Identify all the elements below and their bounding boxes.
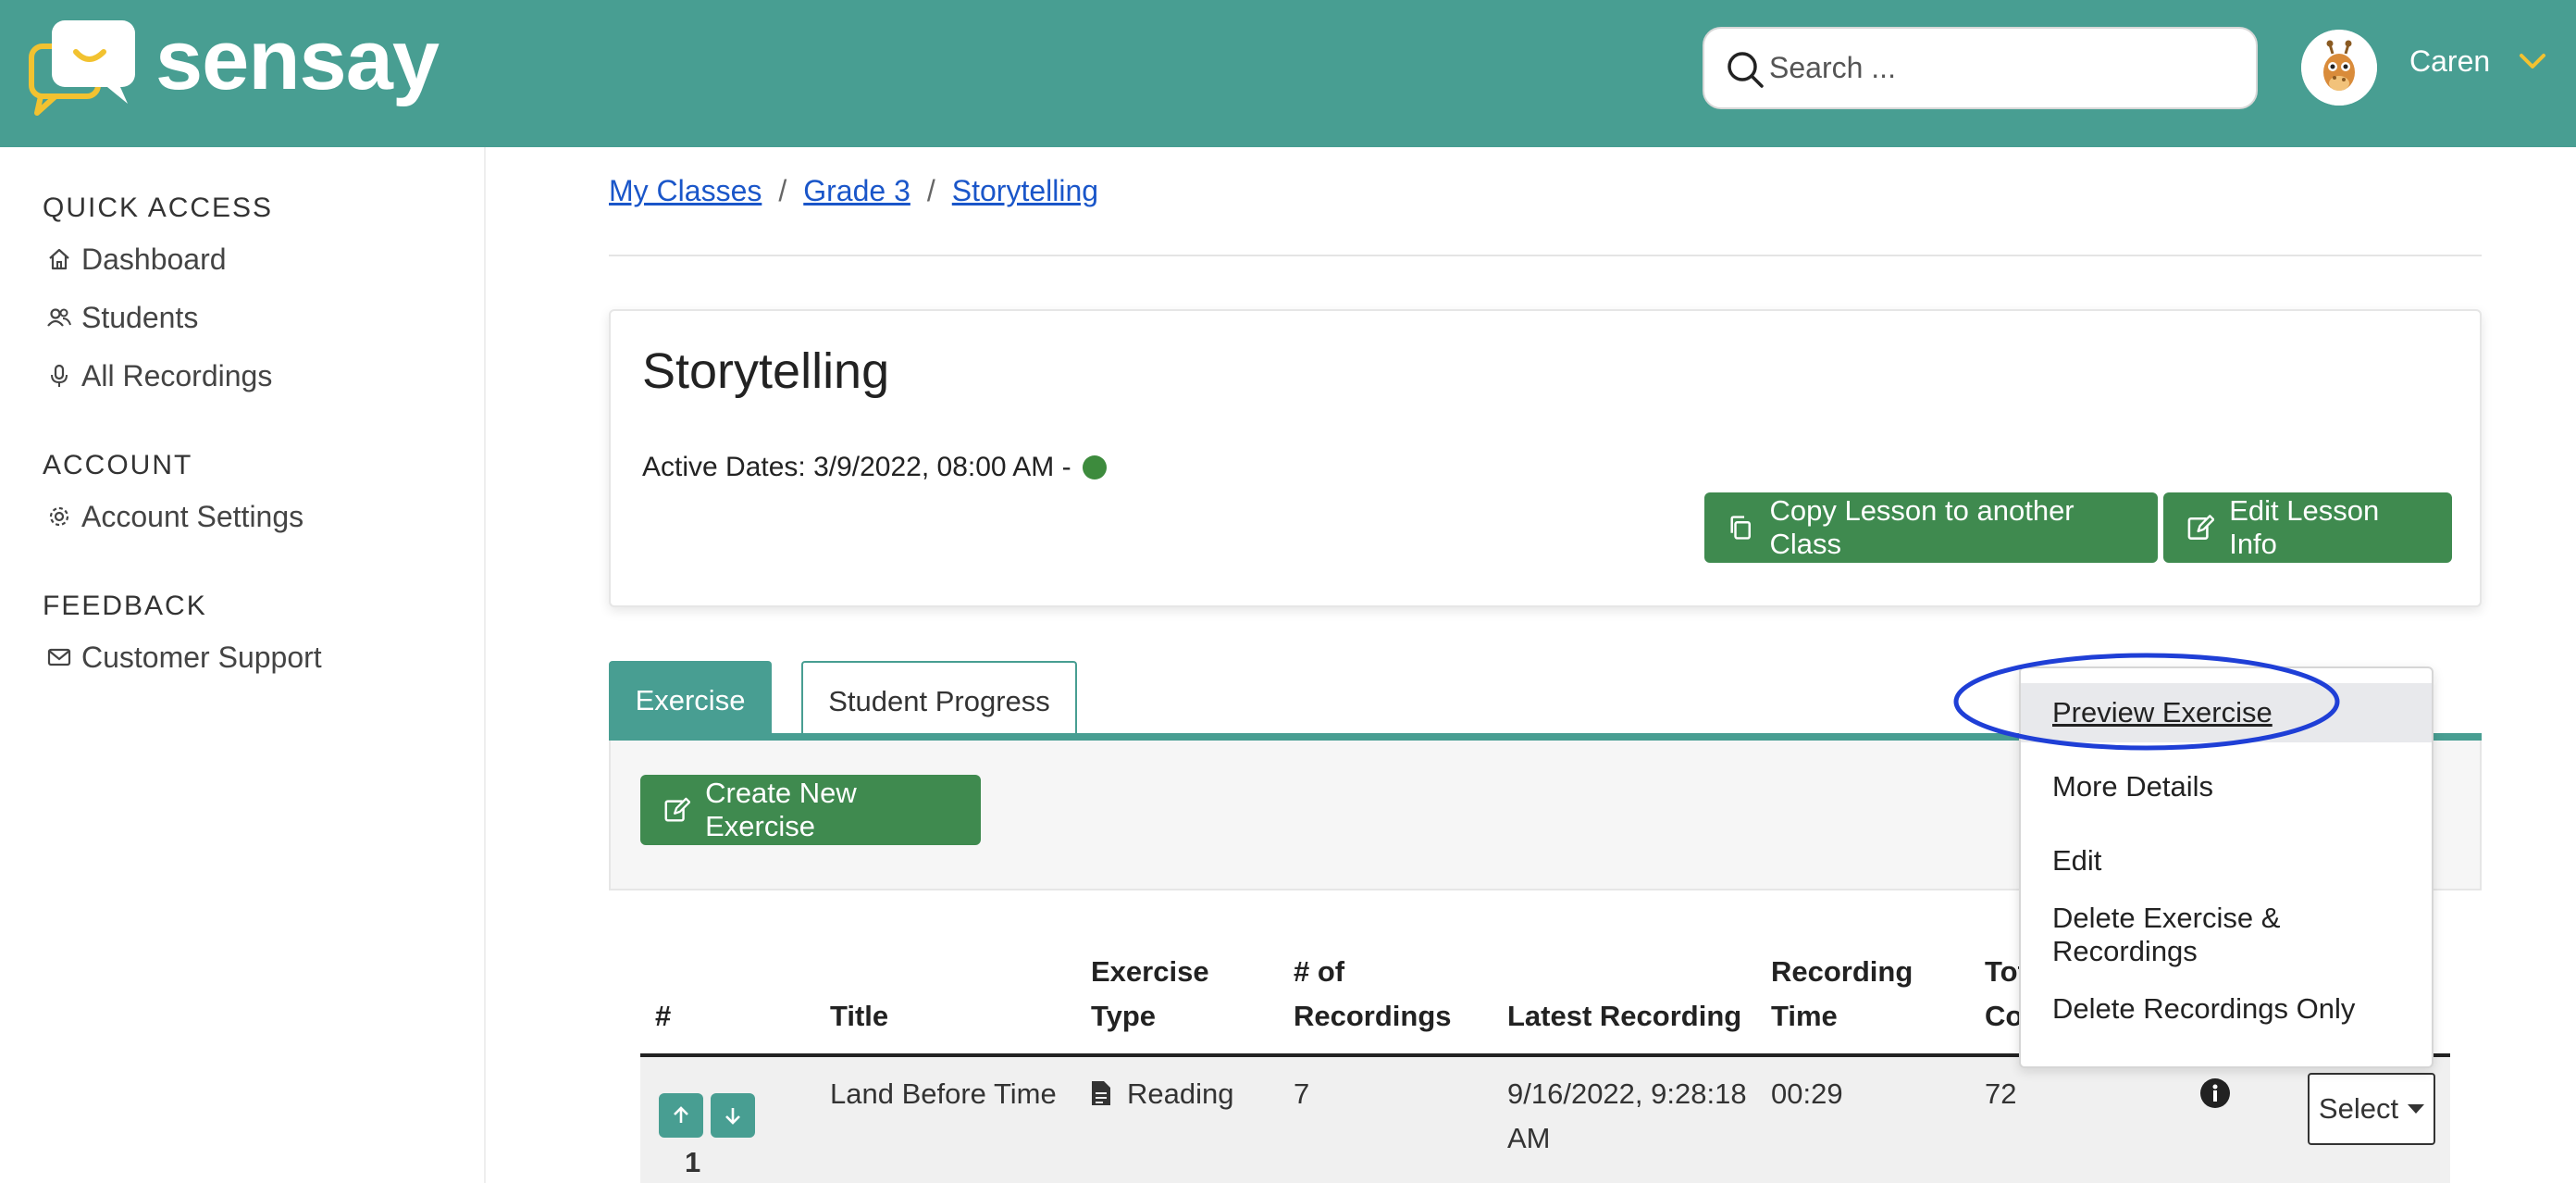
select-label: Select: [2318, 1092, 2399, 1125]
tab-exercise[interactable]: Exercise: [609, 661, 772, 741]
tab-student-progress[interactable]: Student Progress: [801, 661, 1077, 741]
sidebar-item-students[interactable]: Students: [46, 297, 198, 338]
mail-icon: [47, 648, 71, 666]
sidebar-item-dashboard[interactable]: Dashboard: [46, 239, 227, 280]
row-total: 72: [1985, 1077, 2017, 1110]
microphone-icon: [51, 364, 68, 387]
sidebar-item-label: Account Settings: [81, 499, 304, 533]
page-title: Storytelling: [642, 343, 890, 399]
menu-item-edit[interactable]: Edit: [2021, 831, 2432, 890]
row-latest-recording-2: AM: [1507, 1122, 1551, 1154]
menu-item-more-details[interactable]: More Details: [2021, 757, 2432, 816]
column-header-exercise-type-2: Type: [1091, 1000, 1157, 1032]
edit-icon: [664, 797, 691, 822]
sidebar-item-customer-support[interactable]: Customer Support: [46, 637, 322, 678]
highlight-ellipse: [1953, 653, 2340, 751]
status-dot: [1082, 455, 1107, 479]
search-icon: [1728, 52, 1764, 88]
row-title[interactable]: Land Before Time: [830, 1072, 1057, 1116]
divider: [609, 255, 2482, 256]
edit-lesson-button[interactable]: Edit Lesson Info: [2163, 492, 2452, 563]
home-icon: [49, 248, 69, 270]
lesson-card: Storytelling Active Dates: 3/9/2022, 08:…: [609, 309, 2482, 607]
active-dates-text: Active Dates: 3/9/2022, 08:00 AM -: [642, 452, 1071, 482]
info-icon[interactable]: [2199, 1077, 2231, 1109]
sidebar-item-label: All Recordings: [81, 358, 273, 392]
sensay-logo-icon[interactable]: [28, 19, 139, 117]
copy-icon: [1730, 516, 1751, 540]
breadcrumb-separator: /: [778, 174, 787, 207]
copy-lesson-button[interactable]: Copy Lesson to another Class: [1704, 492, 2158, 563]
row-recordings-count: 7: [1294, 1077, 1310, 1110]
row-exercise-type: Reading: [1127, 1077, 1234, 1110]
arrow-down-icon: [725, 1108, 740, 1125]
sidebar-item-account-settings[interactable]: Account Settings: [46, 496, 303, 537]
row-latest-recording-1: 9/16/2022, 9:28:18: [1507, 1077, 1747, 1110]
edit-lesson-label: Edit Lesson Info: [2229, 494, 2380, 560]
sidebar-heading-feedback: FEEDBACK: [43, 591, 207, 621]
copy-lesson-label: Copy Lesson to another Class: [1769, 494, 2074, 560]
search-box[interactable]: [1703, 27, 2258, 109]
sidebar-item-label: Students: [81, 300, 199, 334]
chevron-down-icon[interactable]: [2519, 52, 2546, 72]
breadcrumb-separator: /: [926, 174, 935, 207]
row-actions-select[interactable]: Select: [2308, 1073, 2435, 1145]
column-header-recording-time-1: Recording: [1771, 955, 1913, 988]
menu-item-delete-exercise-recordings[interactable]: Delete Exercise & Recordings: [2021, 902, 2432, 967]
edit-icon: [2187, 515, 2215, 540]
avatar[interactable]: [2301, 30, 2377, 106]
username[interactable]: Caren: [2409, 44, 2490, 79]
column-header-recording-time-2: Time: [1771, 1000, 1838, 1032]
document-icon: [1092, 1081, 1110, 1105]
column-header-number: #: [655, 1000, 672, 1032]
sidebar-item-label: Dashboard: [81, 242, 227, 276]
caret-down-icon: [2408, 1104, 2425, 1114]
move-up-button[interactable]: [659, 1093, 703, 1138]
row-recording-time: 00:29: [1771, 1077, 1843, 1110]
column-header-exercise-type-1: Exercise: [1091, 955, 1209, 988]
menu-item-delete-recordings-only[interactable]: Delete Recordings Only: [2021, 979, 2432, 1039]
column-header-recordings-2: Recordings: [1294, 1000, 1452, 1032]
move-down-button[interactable]: [711, 1093, 755, 1138]
column-header-latest-recording: Latest Recording: [1507, 1000, 1742, 1032]
search-input[interactable]: [1769, 29, 2241, 107]
breadcrumb-storytelling[interactable]: Storytelling: [952, 174, 1098, 208]
breadcrumb: My Classes / Grade 3 / Storytelling: [609, 174, 1098, 208]
app-header: sensay Caren: [0, 0, 2576, 147]
gear-icon: [49, 506, 69, 527]
sidebar-heading-quick-access: QUICK ACCESS: [43, 193, 274, 223]
giraffe-avatar-icon: [2301, 30, 2377, 106]
column-header-title: Title: [830, 1000, 889, 1032]
brand-name[interactable]: sensay: [155, 9, 440, 111]
arrow-up-icon: [674, 1106, 688, 1123]
create-exercise-button[interactable]: Create New Exercise: [640, 775, 981, 845]
sidebar-item-label: Customer Support: [81, 640, 322, 674]
column-header-total-2: Co: [1985, 1000, 2024, 1032]
users-icon: [47, 308, 71, 327]
breadcrumb-grade-3[interactable]: Grade 3: [803, 174, 910, 208]
sidebar-heading-account: ACCOUNT: [43, 450, 193, 480]
breadcrumb-my-classes[interactable]: My Classes: [609, 174, 762, 208]
sidebar-item-all-recordings[interactable]: All Recordings: [46, 355, 272, 396]
column-header-recordings-1: # of: [1294, 955, 1345, 988]
create-exercise-label: Create New Exercise: [705, 777, 857, 842]
row-number: 1: [685, 1146, 701, 1178]
active-dates: Active Dates: 3/9/2022, 08:00 AM -: [642, 452, 1107, 483]
